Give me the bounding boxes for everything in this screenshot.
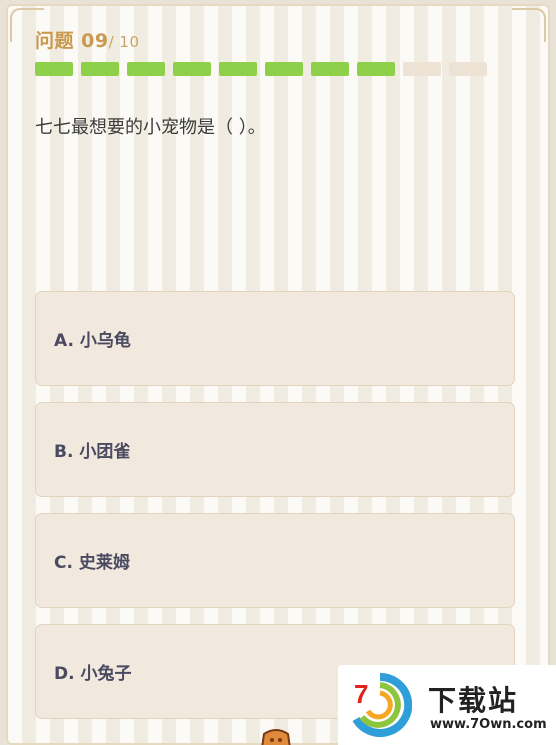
option-b-button[interactable]: B. 小团雀 (35, 402, 515, 497)
watermark-logo-icon: 7 (352, 673, 412, 737)
mascot-icon (261, 729, 291, 745)
progress-bar (35, 62, 487, 76)
watermark-site-url: www.7Own.com (430, 717, 547, 732)
watermark-site-name: 下载站 (428, 684, 519, 717)
progress-segment-complete (173, 62, 211, 76)
option-a-label: A. 小乌龟 (54, 331, 131, 351)
question-counter-total: / 10 (108, 33, 140, 51)
progress-segment-pending (449, 62, 487, 76)
question-counter: 问题 09/ 10 (35, 26, 140, 53)
option-c-label: C. 史莱姆 (54, 553, 130, 573)
option-b-label: B. 小团雀 (54, 442, 131, 462)
progress-segment-complete (35, 62, 73, 76)
watermark-logo-text: 7 (354, 679, 368, 709)
progress-segment-complete (265, 62, 303, 76)
progress-segment-complete (81, 62, 119, 76)
question-counter-current: 09 (81, 30, 109, 52)
question-text: 七七最想要的小宠物是（ ）。 (35, 117, 266, 138)
progress-segment-complete (311, 62, 349, 76)
progress-segment-complete (127, 62, 165, 76)
progress-segment-complete (219, 62, 257, 76)
option-a-button[interactable]: A. 小乌龟 (35, 291, 515, 386)
site-watermark: 7 下载站 www.7Own.com (338, 665, 556, 745)
ornament-corner-top-right (512, 8, 546, 42)
progress-segment-complete (357, 62, 395, 76)
question-counter-label: 问题 (35, 30, 75, 52)
progress-segment-pending (403, 62, 441, 76)
option-d-label: D. 小兔子 (54, 664, 132, 684)
option-c-button[interactable]: C. 史莱姆 (35, 513, 515, 608)
